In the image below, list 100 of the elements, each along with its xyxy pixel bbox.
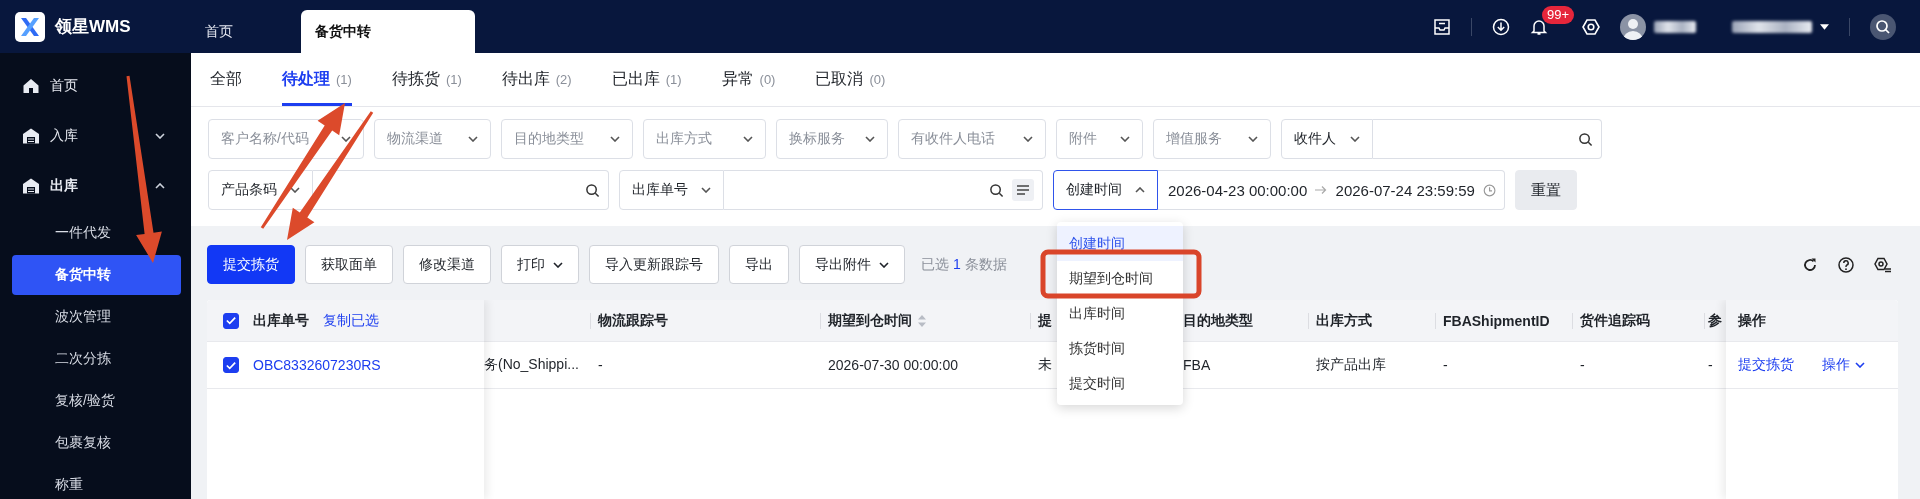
caret-icon[interactable] xyxy=(1820,23,1829,30)
inbox-icon[interactable] xyxy=(1433,18,1451,35)
chevron-icon xyxy=(610,136,620,142)
menu-option[interactable]: 提交时间 xyxy=(1057,366,1183,401)
download-icon[interactable] xyxy=(1492,17,1510,36)
column-header: 期望到仓时间 xyxy=(828,311,912,330)
chevron-icon xyxy=(1855,362,1865,368)
app-name: 领星WMS xyxy=(55,16,131,38)
status-tab[interactable]: 待出库 (2) xyxy=(501,53,572,106)
text-field[interactable] xyxy=(1373,119,1602,159)
sidebar-item[interactable]: 二次分拣 xyxy=(12,339,181,379)
page-tab[interactable]: 备货中转 xyxy=(301,10,475,53)
text-field[interactable] xyxy=(313,170,609,210)
arrow-icon xyxy=(1315,185,1328,195)
menu-option[interactable]: 出库时间 xyxy=(1057,296,1183,331)
column-header: 出库单号 xyxy=(253,311,309,330)
dropdown-field[interactable]: 创建时间 xyxy=(1053,170,1158,210)
sidebar-item[interactable]: 首页 xyxy=(0,61,181,111)
table-cell: 务(No_Shippi... xyxy=(484,356,579,374)
status-tab[interactable]: 已取消 (0) xyxy=(815,53,886,106)
submit-link[interactable]: 提交拣货 xyxy=(1738,356,1794,374)
table-cell: FBA xyxy=(1183,357,1211,373)
column-header: 操作 xyxy=(1738,311,1766,330)
status-tab[interactable]: 已出库 (1) xyxy=(611,53,682,106)
status-tab[interactable]: 全部 xyxy=(210,53,242,106)
page-tab[interactable]: 首页 xyxy=(191,10,301,53)
home-icon xyxy=(22,77,40,95)
toolbar-button[interactable]: 获取面单 xyxy=(305,245,393,284)
actions-menu-link[interactable]: 操作 xyxy=(1822,356,1865,374)
chevron-icon xyxy=(1120,136,1130,142)
chevron-icon xyxy=(865,136,875,142)
text-field[interactable] xyxy=(724,170,1043,210)
toolbar-button[interactable]: 导出 xyxy=(729,245,789,284)
chevron-icon xyxy=(1350,136,1360,142)
avatar-icon[interactable] xyxy=(1620,13,1646,40)
sidebar-item[interactable]: 包裹复核 xyxy=(12,423,181,463)
chevron-icon xyxy=(155,183,165,189)
date-text: 2026-04-23 00:00:00 xyxy=(1168,181,1308,199)
selection-summary: 已选 1 条数据 xyxy=(921,255,1007,274)
dropdown-field[interactable]: 产品条码 xyxy=(208,170,313,210)
column-header: 出库方式 xyxy=(1316,311,1372,330)
sidebar-item[interactable]: 称重 xyxy=(12,465,181,499)
date-text: 2026-07-24 23:59:59 xyxy=(1335,181,1475,199)
search-icon[interactable] xyxy=(989,182,1004,198)
dropdown-field[interactable]: 出库单号 xyxy=(619,170,724,210)
help-icon[interactable] xyxy=(1838,256,1854,273)
chevron-icon xyxy=(1248,136,1258,142)
chevron-icon xyxy=(879,261,889,268)
chevron-icon xyxy=(1023,136,1033,142)
toolbar-button[interactable]: 打印 xyxy=(501,245,579,284)
table-cell: - xyxy=(1580,357,1585,373)
checkbox[interactable] xyxy=(223,357,239,373)
table-cell: - xyxy=(1708,357,1713,373)
reset-button[interactable]: 重置 xyxy=(1515,170,1577,210)
chevron-icon xyxy=(743,136,753,142)
logo-icon xyxy=(15,11,45,42)
search-icon[interactable] xyxy=(585,182,600,198)
redacted-text xyxy=(1654,20,1696,33)
column-header: 目的地类型 xyxy=(1183,311,1253,330)
column-header: 提 xyxy=(1038,311,1052,330)
column-header: 物流跟踪号 xyxy=(598,311,668,330)
table-cell: 未 xyxy=(1038,356,1052,374)
table-cell: - xyxy=(1443,357,1448,373)
column-header: FBAShipmentID xyxy=(1443,312,1550,329)
list-icon[interactable] xyxy=(1012,179,1034,201)
status-tab[interactable]: 异常 (0) xyxy=(721,53,776,106)
checkbox[interactable] xyxy=(223,312,239,329)
sidebar-item[interactable]: 波次管理 xyxy=(12,297,181,337)
dropdown-field[interactable]: 收件人 xyxy=(1281,119,1373,159)
chevron-icon xyxy=(290,187,300,193)
sidebar-item[interactable]: 一件代发 xyxy=(12,213,181,253)
status-tab[interactable]: 待拣货 (1) xyxy=(391,53,462,106)
chevron-icon xyxy=(553,261,563,268)
settings-icon[interactable] xyxy=(1582,17,1600,36)
chevron-icon xyxy=(1135,187,1145,193)
sidebar-item[interactable]: 备货中转 xyxy=(12,255,181,295)
chevron-icon xyxy=(341,136,351,142)
table-cell: 2026-07-30 00:00:00 xyxy=(828,357,958,373)
search-icon[interactable] xyxy=(1578,131,1593,147)
chevron-icon xyxy=(468,136,478,142)
order-link[interactable]: OBC8332607230RS xyxy=(253,357,381,373)
warehouse-icon xyxy=(22,127,40,145)
settings-icon[interactable] xyxy=(1874,256,1892,273)
chevron-icon xyxy=(701,187,711,193)
table-cell: 按产品出库 xyxy=(1316,356,1386,374)
toolbar-button[interactable]: 提交拣货 xyxy=(207,245,295,284)
clock-icon[interactable] xyxy=(1482,182,1496,198)
date-range-field[interactable]: 2026-04-23 00:00:00 2026-07-24 23:59:59 xyxy=(1158,170,1505,210)
copy-link[interactable]: 复制已选 xyxy=(323,311,379,330)
toolbar-button[interactable]: 修改渠道 xyxy=(403,245,491,284)
sidebar-item[interactable]: 复核/验货 xyxy=(12,381,181,421)
notification-badge: 99+ xyxy=(1542,5,1575,24)
menu-option[interactable]: 拣货时间 xyxy=(1057,331,1183,366)
refresh-icon[interactable] xyxy=(1802,256,1818,273)
toolbar-button[interactable]: 导出附件 xyxy=(799,245,905,284)
column-header: 货件追踪码 xyxy=(1580,311,1650,330)
menu-option[interactable]: 期望到仓时间 xyxy=(1057,261,1183,296)
search-icon[interactable] xyxy=(1870,13,1896,40)
toolbar-button[interactable]: 导入更新跟踪号 xyxy=(589,245,719,284)
bell-icon[interactable] xyxy=(1530,17,1548,36)
